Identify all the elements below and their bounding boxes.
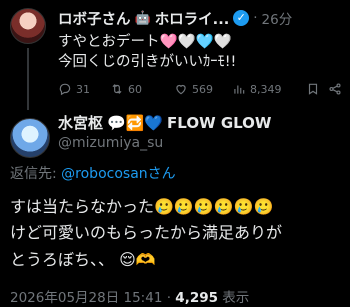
reply-to-mention[interactable]: @robocosanさん (61, 166, 175, 182)
views-icon (234, 85, 245, 94)
reply-to: 返信先: @robocosanさん (10, 163, 176, 183)
reply-name-emojis: 💬🔁💙 (107, 113, 164, 132)
retweet-button[interactable]: 60 (110, 82, 174, 96)
original-tweet[interactable]: ロボ子さん 🤖 ホロライ... ✓ · 26分 すやとおデート🩷🤍🩵🤍 今回くじ… (0, 0, 350, 110)
reply-tweet[interactable]: 水宮枢 💬🔁💙 FLOW GLOW @mizumiya_su 返信先: @rob… (0, 108, 350, 307)
reply-text-line-1: すは当たらなかった🥲🥲🥲🥲🥲🥲 (10, 197, 274, 216)
retweet-count: 60 (128, 82, 142, 96)
like-count: 569 (192, 82, 213, 96)
tweet-actions: 31 60 569 8,349 (58, 80, 348, 98)
reply-name-suffix[interactable]: FLOW GLOW (167, 114, 271, 132)
tweet-time[interactable]: 26分 (262, 8, 293, 28)
like-button[interactable]: 569 (174, 82, 232, 96)
reply-to-prefix: 返信先: (10, 166, 62, 182)
author-name[interactable]: ロボ子さん (58, 8, 131, 29)
views-button[interactable]: 8,349 (232, 82, 306, 96)
avatar[interactable] (10, 118, 50, 158)
reply-footer: 2026年05月28日 15:41 · 4,295 表示 (10, 286, 249, 306)
reply-views-label: 表示 (218, 290, 250, 306)
share-icon (329, 83, 341, 95)
bookmark-button[interactable] (306, 82, 328, 96)
tweet-text-line-1: すやとおデート🩷🤍🩵🤍 (58, 34, 232, 50)
robot-emoji: 🤖 (134, 10, 151, 26)
verified-icon: ✓ (233, 10, 250, 26)
like-icon (176, 84, 186, 95)
reply-text-line-3: とうろぼち、、 😌🫶 (10, 250, 156, 269)
reply-author-name[interactable]: 水宮枢 (58, 112, 103, 133)
share-button[interactable] (328, 82, 342, 96)
avatar[interactable] (10, 8, 46, 44)
views-count: 8,349 (250, 82, 282, 96)
reply-icon (59, 83, 71, 96)
separator-dot: · (253, 10, 258, 26)
reply-timestamp[interactable]: 2026年05月28日 15:41 · (10, 290, 175, 306)
reply-header: 水宮枢 💬🔁💙 FLOW GLOW (58, 112, 271, 133)
author-name-suffix[interactable]: ホロライ... (155, 8, 230, 29)
tweet-header: ロボ子さん 🤖 ホロライ... ✓ · 26分 (58, 7, 348, 29)
reply-button[interactable]: 31 (58, 82, 110, 96)
tweet-text-line-2: 今回くじの引きがいいｶｰﾓ!! (58, 54, 237, 70)
reply-count: 31 (76, 82, 90, 96)
retweet-icon (112, 84, 122, 94)
reply-text-line-2: けど可愛いのもらったから満足ありが (10, 223, 283, 242)
bookmark-icon (308, 83, 318, 95)
thread-line (27, 48, 29, 110)
reply-views-count: 4,295 (175, 290, 218, 306)
reply-handle[interactable]: @mizumiya_su (58, 135, 163, 151)
